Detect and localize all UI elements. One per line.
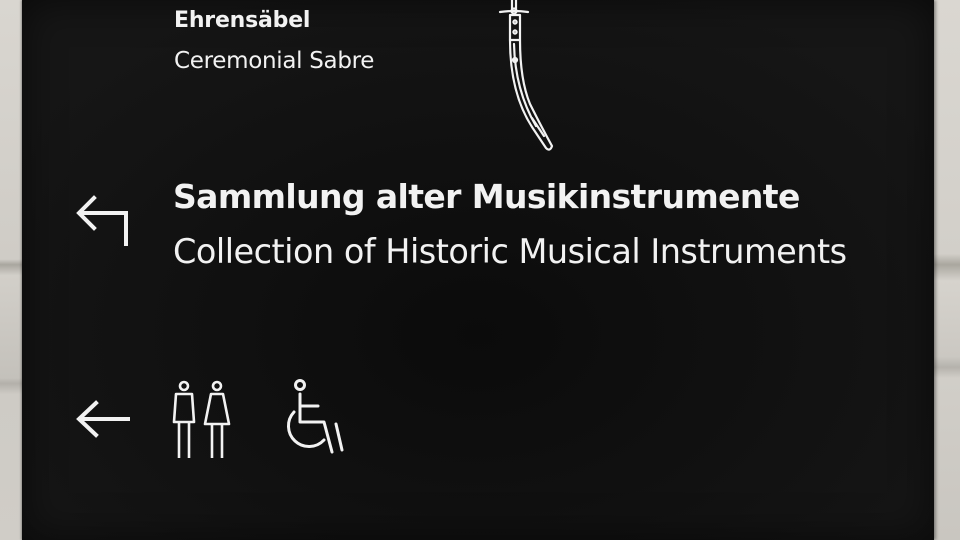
photo-scene: Ehrensäbel Ceremonial Sabre Sammlung alt… bbox=[0, 0, 960, 540]
collection-label-english: Collection of Historic Musical Instrumen… bbox=[173, 232, 847, 271]
wayfinding-sign: Ehrensäbel Ceremonial Sabre Sammlung alt… bbox=[22, 0, 934, 540]
restroom-man-icon bbox=[172, 380, 196, 458]
arrow-left-icon bbox=[76, 400, 130, 438]
restroom-woman-icon bbox=[203, 380, 231, 458]
stone-wall-left bbox=[0, 0, 24, 540]
collection-label-german: Sammlung alter Musikinstrumente bbox=[173, 177, 800, 216]
sabre-label-english: Ceremonial Sabre bbox=[174, 48, 375, 74]
wheelchair-icon bbox=[287, 379, 344, 454]
sabre-icon bbox=[498, 0, 554, 151]
arrow-up-left-icon bbox=[76, 195, 128, 246]
stone-wall-right bbox=[932, 0, 960, 540]
sabre-label-german: Ehrensäbel bbox=[174, 8, 311, 33]
